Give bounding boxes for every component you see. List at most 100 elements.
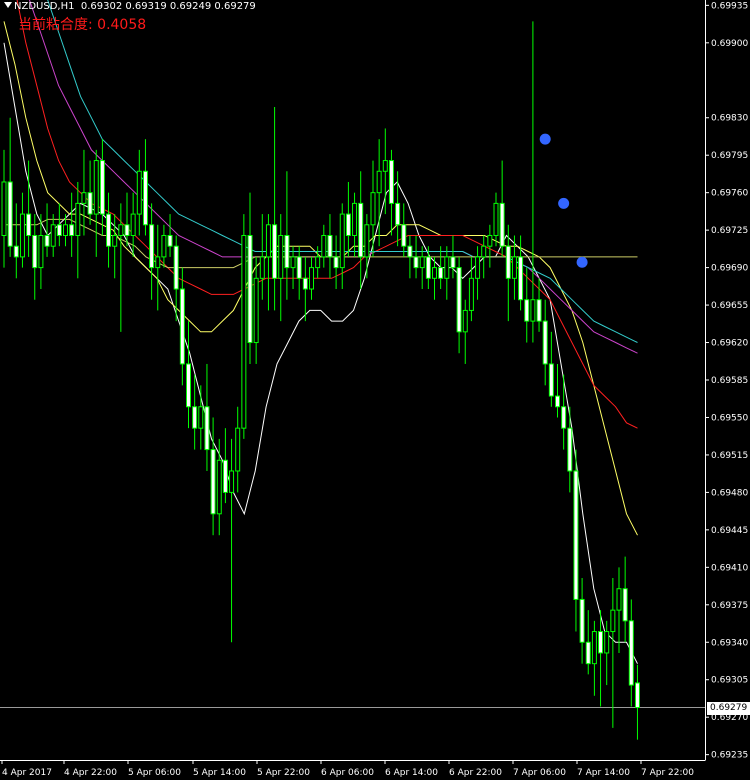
candle-body [395,202,401,226]
candle-body [345,213,351,236]
signal-dot [558,197,570,209]
candle-body [401,224,407,247]
candle-body [136,170,142,215]
candle-body [579,598,585,643]
candle-body [407,245,413,258]
candle-body [81,192,87,204]
chart-header: NZDUSD,H1 0.69302 0.69319 0.69249 0.6927… [4,1,256,12]
candle-body [192,406,198,429]
candle-body [278,234,284,279]
candle-body [598,631,604,654]
ohlc-readout: 0.69302 0.69319 0.69249 0.69279 [80,1,256,12]
signal-dot [539,133,551,145]
x-tick-label: 6 Apr 14:00 [385,768,438,778]
candle-body [321,234,327,258]
candle-body [567,427,573,472]
candle-body [13,245,19,258]
candle-body [315,256,321,269]
candle-body [382,160,388,172]
current-price-tag: 0.69279 [707,701,750,715]
candle-body [333,256,339,269]
candle-body [388,160,394,204]
candle-body [542,320,548,365]
candle-body [573,470,579,600]
candle-body [376,170,382,194]
candle-body [63,224,68,236]
x-tick-label: 7 Apr 14:00 [577,768,630,778]
symbol-dropdown-icon[interactable] [4,2,12,8]
y-tick-label: 0.69620 [711,339,748,349]
signal-dot [576,256,588,268]
candle-body [290,256,296,269]
candle-body [450,256,456,269]
candle-body [499,202,505,247]
candle-body [149,224,155,269]
y-tick-label: 0.69795 [711,151,748,161]
candle-body [142,170,148,226]
candle-body [536,299,542,322]
candle-body [75,202,81,236]
candle-body [229,470,235,493]
candle-body [179,288,185,365]
candle-body [628,620,634,686]
y-tick-label: 0.69375 [711,601,748,611]
y-tick-label: 0.69655 [711,301,748,311]
candle-body [1,181,7,236]
candle-body [475,256,481,279]
symbol-label: NZDUSD,H1 [14,1,75,12]
candle-body [210,449,216,515]
candle-body [87,192,93,215]
indicator-readout: 当前粘合度: 0.4058 [18,14,146,34]
candle-body [419,256,425,269]
candle-body [358,202,364,258]
candle-body [634,682,640,709]
y-tick-label: 0.69515 [711,451,748,461]
candle-body [247,234,253,344]
candle-body [296,256,302,279]
y-tick-label: 0.69305 [711,676,748,686]
moving-averages [3,0,638,664]
candle-body [591,631,597,665]
candle-body [69,224,75,236]
chart-area[interactable]: 0.69935 0.69900 0.69830 0.69795 0.69760 0.697… [0,0,750,780]
candle-body [253,277,259,344]
candle-body [26,213,32,236]
candle-body [106,213,112,247]
candle-body [272,224,278,279]
candle-body [186,363,191,408]
moving-average-line [16,0,638,429]
candle-body [124,224,130,236]
y-tick-label: 0.69340 [711,638,748,648]
indicator-label: 当前粘合度: [18,17,93,33]
candle-body [302,277,308,290]
candle-body [38,234,44,269]
y-tick-label: 0.69760 [711,189,748,199]
y-tick-label: 0.69410 [711,563,748,573]
candle-body [259,256,265,279]
candle-body [413,256,419,269]
candle-body [155,256,161,269]
y-tick-label: 0.69935 [711,1,748,11]
candle-body [487,234,493,247]
candle-body [511,256,517,279]
candle-body [364,224,370,258]
x-tick-label: 5 Apr 06:00 [128,768,181,778]
price-chart[interactable]: 0.69935 0.69900 0.69830 0.69795 0.69760 0.697… [0,0,750,780]
candle-body [7,181,13,247]
candle-body [524,299,530,322]
y-tick-label: 0.69585 [711,376,748,386]
candle-body [327,234,333,258]
candle-body [167,234,173,247]
candle-body [173,245,179,290]
y-tick-label: 0.69900 [711,39,748,49]
candle-body [204,406,210,451]
y-tick-label: 0.69270 [711,713,748,723]
candle-body [585,641,591,665]
candle-body [370,192,376,226]
candle-body [339,213,345,269]
candle-body [198,406,204,429]
candle-body [616,588,622,611]
candle-body [468,277,474,311]
candle-body [112,234,118,247]
candle-body [241,234,247,429]
